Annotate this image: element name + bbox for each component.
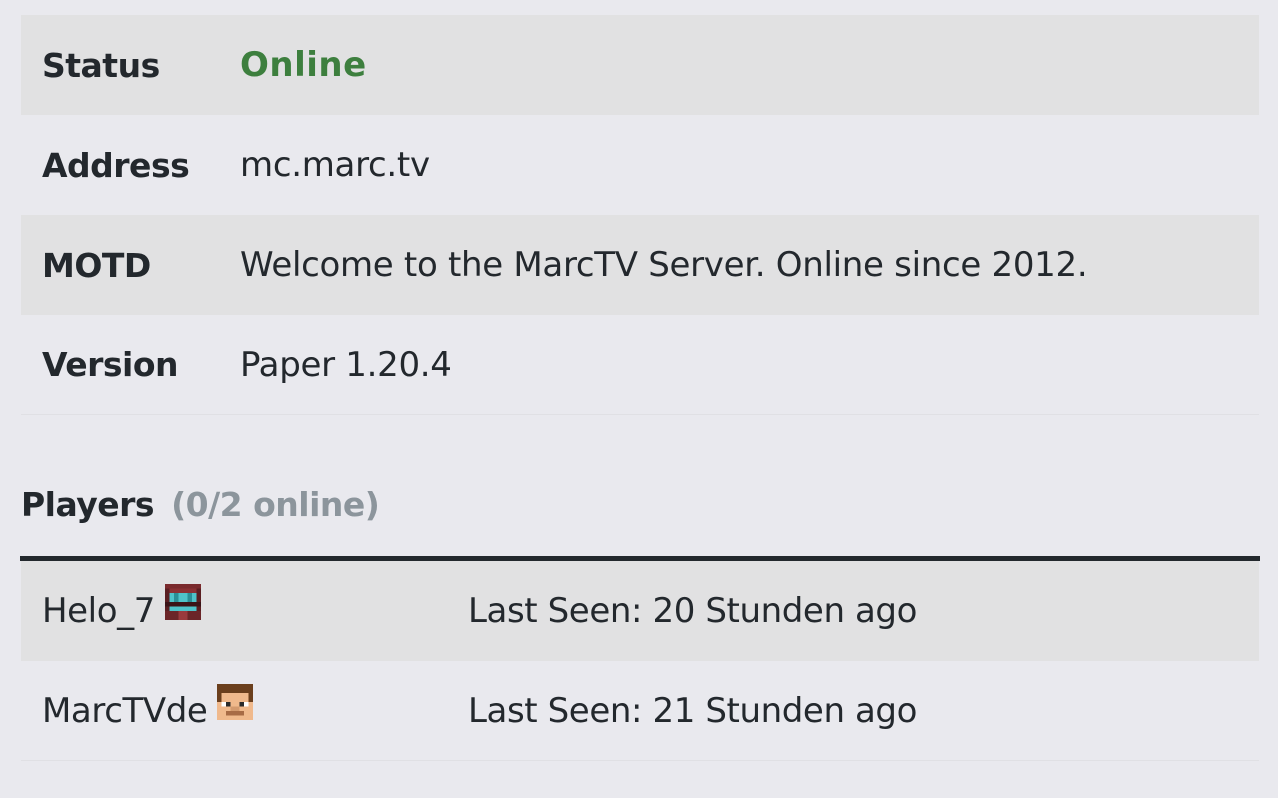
server-info-table: Status Online Address mc.marc.tv MOTD We…	[21, 15, 1259, 415]
players-heading: Players (0/2 online)	[21, 485, 380, 524]
player-name-cell: MarcTVde	[21, 683, 468, 731]
player-row: Helo_7 Last Seen: 20 Stunden ago	[21, 561, 1259, 661]
helo-7-skin-avatar	[164, 584, 201, 620]
address-value: mc.marc.tv	[240, 145, 430, 185]
players-heading-label: Players	[21, 485, 155, 524]
info-row-motd: MOTD Welcome to the MarcTV Server. Onlin…	[21, 215, 1259, 315]
player-row: MarcTVde Last Seen: 21 Stunden ago	[21, 661, 1259, 761]
info-row-address: Address mc.marc.tv	[21, 115, 1259, 215]
status-label: Status	[42, 45, 160, 85]
players-online-count: (0/2 online)	[171, 485, 380, 524]
player-last-seen: Last Seen: 20 Stunden ago	[468, 591, 918, 631]
player-name: Helo_7	[42, 591, 155, 631]
address-label: Address	[42, 145, 190, 185]
info-row-status: Status Online	[21, 15, 1259, 115]
motd-value: Welcome to the MarcTV Server. Online sin…	[240, 245, 1088, 285]
motd-label: MOTD	[42, 245, 151, 285]
status-value: Online	[240, 45, 367, 85]
info-row-version: Version Paper 1.20.4	[21, 315, 1259, 415]
player-name-cell: Helo_7	[21, 584, 468, 631]
marctvde-skin-avatar	[217, 683, 254, 720]
version-value: Paper 1.20.4	[240, 344, 452, 385]
version-label: Version	[42, 345, 179, 384]
player-last-seen: Last Seen: 21 Stunden ago	[468, 690, 918, 731]
player-name: MarcTVde	[42, 690, 208, 731]
